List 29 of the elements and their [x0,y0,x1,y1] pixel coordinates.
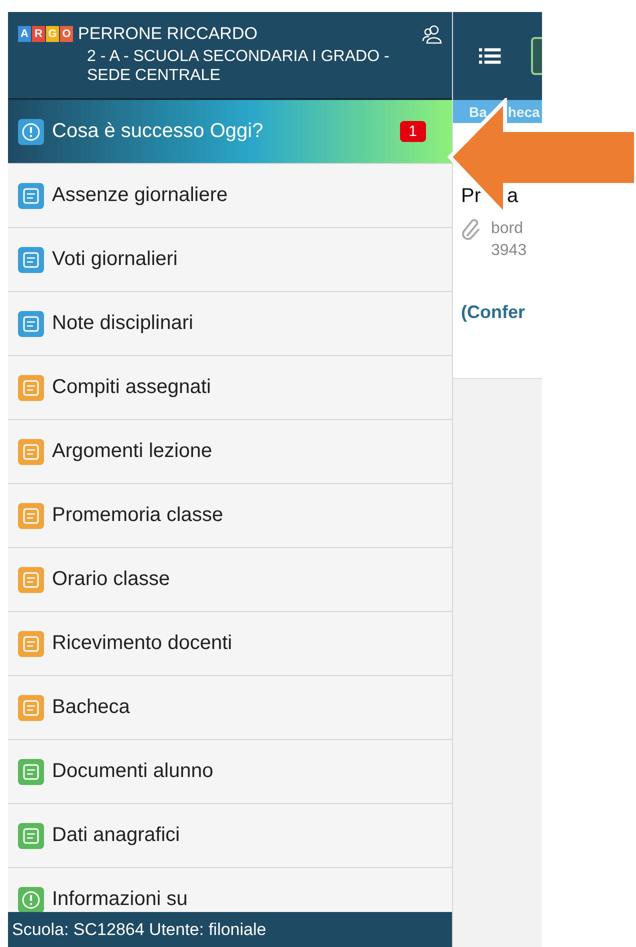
menu-item-icon [18,438,44,464]
menu-icon[interactable] [479,45,501,67]
menu-item-icon [18,630,44,656]
student-name: PERRONE RICCARDO [78,24,258,44]
menu-item-icon [18,310,44,336]
logo-letter: A [18,26,31,42]
menu-item-icon [18,374,44,400]
menu-item-icon [18,758,44,784]
notification-badge: 1 [400,121,426,142]
class-name: 2 - A - SCUOLA SECONDARIA I GRADO - SEDE CENTRALE [87,47,390,85]
menu-item-icon [18,694,44,720]
menu-item-icon [18,246,44,272]
menu-item-icon [18,886,44,912]
info-icon [18,118,44,144]
notice-title: a [507,185,518,208]
menu-item-icon [18,182,44,208]
attachment-name[interactable]: 3943 [491,240,527,262]
users-icon[interactable] [422,24,442,44]
menu-item-icon [18,822,44,848]
notice-title: Pr [461,185,481,208]
confirm-link[interactable]: (Confer [461,302,542,323]
status-bar: Scuola: SC12864 Utente: filoniale [8,912,452,947]
menu-item-icon [18,566,44,592]
menu-item-icon [18,502,44,528]
logo-letter: G [46,26,59,42]
logo-letter: O [60,26,73,42]
menu-item[interactable]: Cosa è successo Oggi? 1 [8,100,452,164]
attachment-name[interactable]: bord [491,218,527,240]
logo-letter: R [32,26,45,42]
